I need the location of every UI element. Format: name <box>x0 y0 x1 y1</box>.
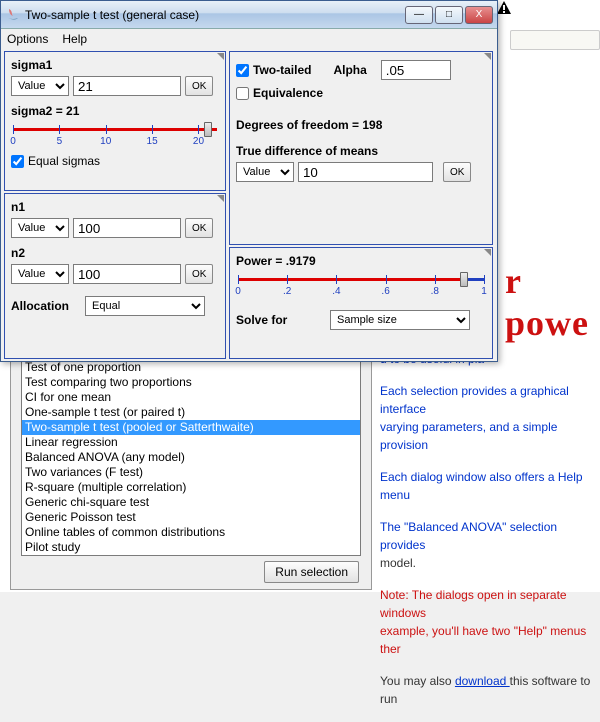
list-item[interactable]: Online tables of common distributions <box>22 525 360 540</box>
solve-for-label: Solve for <box>236 313 326 327</box>
alpha-label: Alpha <box>333 63 366 77</box>
two-tailed-label: Two-tailed <box>253 63 311 77</box>
equal-sigmas-label: Equal sigmas <box>28 154 100 168</box>
sigma1-mode-combo[interactable]: Value <box>11 76 69 96</box>
list-item[interactable]: Test comparing two proportions <box>22 375 360 390</box>
list-item[interactable]: Linear regression <box>22 435 360 450</box>
sigma2-slider[interactable]: 05101520 <box>13 122 217 150</box>
warning-icon <box>496 0 512 16</box>
options-panel: Two-tailed Alpha Equivalence Degrees of … <box>229 51 493 245</box>
truediff-ok-button[interactable]: OK <box>443 162 471 182</box>
resize-handle[interactable] <box>215 52 225 62</box>
download-link[interactable]: download <box>455 674 510 688</box>
list-item[interactable]: Two-sample t test (pooled or Satterthwai… <box>22 420 360 435</box>
selection-list[interactable]: Test of one proportionTest comparing two… <box>21 361 361 556</box>
equivalence-label: Equivalence <box>253 86 323 100</box>
allocation-combo[interactable]: Equal <box>85 296 205 316</box>
titlebar[interactable]: Two-sample t test (general case) — □ X <box>1 1 497 29</box>
sigma1-ok-button[interactable]: OK <box>185 76 213 96</box>
allocation-label: Allocation <box>11 299 81 313</box>
selection-list-window: Test of one proportionTest comparing two… <box>10 360 372 590</box>
power-panel: Power = .9179 0.2.4.6.81 Solve for Sampl… <box>229 247 493 359</box>
truediff-label: True difference of means <box>236 144 378 158</box>
n2-input[interactable] <box>73 264 181 284</box>
dof-label: Degrees of freedom = 198 <box>236 118 382 132</box>
list-item[interactable]: Generic Poisson test <box>22 510 360 525</box>
equal-sigmas-checkbox[interactable] <box>11 155 24 168</box>
n2-mode-combo[interactable]: Value <box>11 264 69 284</box>
n1-label: n1 <box>11 200 25 214</box>
menu-help[interactable]: Help <box>62 32 87 46</box>
java-icon <box>5 7 21 23</box>
alpha-input[interactable] <box>381 60 451 80</box>
menubar: Options Help <box>1 29 497 49</box>
truediff-mode-combo[interactable]: Value <box>236 162 294 182</box>
maximize-button[interactable]: □ <box>435 6 463 24</box>
resize-handle[interactable] <box>482 52 492 62</box>
n1-input[interactable] <box>73 218 181 238</box>
power-slider[interactable]: 0.2.4.6.81 <box>238 272 484 300</box>
list-item[interactable]: Pilot study <box>22 540 360 555</box>
list-item[interactable]: One-sample t test (or paired t) <box>22 405 360 420</box>
page-heading-fragment: r powe <box>505 260 600 344</box>
power-label: Power = .9179 <box>236 254 316 268</box>
resize-handle[interactable] <box>215 194 225 204</box>
sigma1-input[interactable] <box>73 76 181 96</box>
n1-ok-button[interactable]: OK <box>185 218 213 238</box>
n2-ok-button[interactable]: OK <box>185 264 213 284</box>
menu-options[interactable]: Options <box>7 32 48 46</box>
page-body-text: d to be useful in pla Each selection pro… <box>380 350 600 722</box>
run-selection-button[interactable]: Run selection <box>264 561 359 583</box>
minimize-button[interactable]: — <box>405 6 433 24</box>
truediff-input[interactable] <box>298 162 433 182</box>
sigma-panel: sigma1 Value OK sigma2 = 21 05101520 Equ… <box>4 51 226 191</box>
resize-handle[interactable] <box>482 248 492 258</box>
n2-label: n2 <box>11 246 25 260</box>
ttest-dialog: Two-sample t test (general case) — □ X O… <box>0 0 498 362</box>
list-item[interactable]: CI for one mean <box>22 390 360 405</box>
equivalence-checkbox[interactable] <box>236 87 249 100</box>
solve-for-combo[interactable]: Sample size <box>330 310 470 330</box>
bg-toolbar <box>510 30 600 50</box>
window-title: Two-sample t test (general case) <box>25 8 405 22</box>
close-button[interactable]: X <box>465 6 493 24</box>
list-item[interactable]: R-square (multiple correlation) <box>22 480 360 495</box>
n1-mode-combo[interactable]: Value <box>11 218 69 238</box>
list-item[interactable]: Generic chi-square test <box>22 495 360 510</box>
sigma1-label: sigma1 <box>11 58 52 72</box>
list-item[interactable]: Two variances (F test) <box>22 465 360 480</box>
list-item[interactable]: Test of one proportion <box>22 361 360 375</box>
two-tailed-checkbox[interactable] <box>236 64 249 77</box>
sigma2-label: sigma2 = 21 <box>11 104 79 118</box>
list-item[interactable]: Balanced ANOVA (any model) <box>22 450 360 465</box>
sample-size-panel: n1 Value OK n2 Value OK Allocation Equal <box>4 193 226 359</box>
